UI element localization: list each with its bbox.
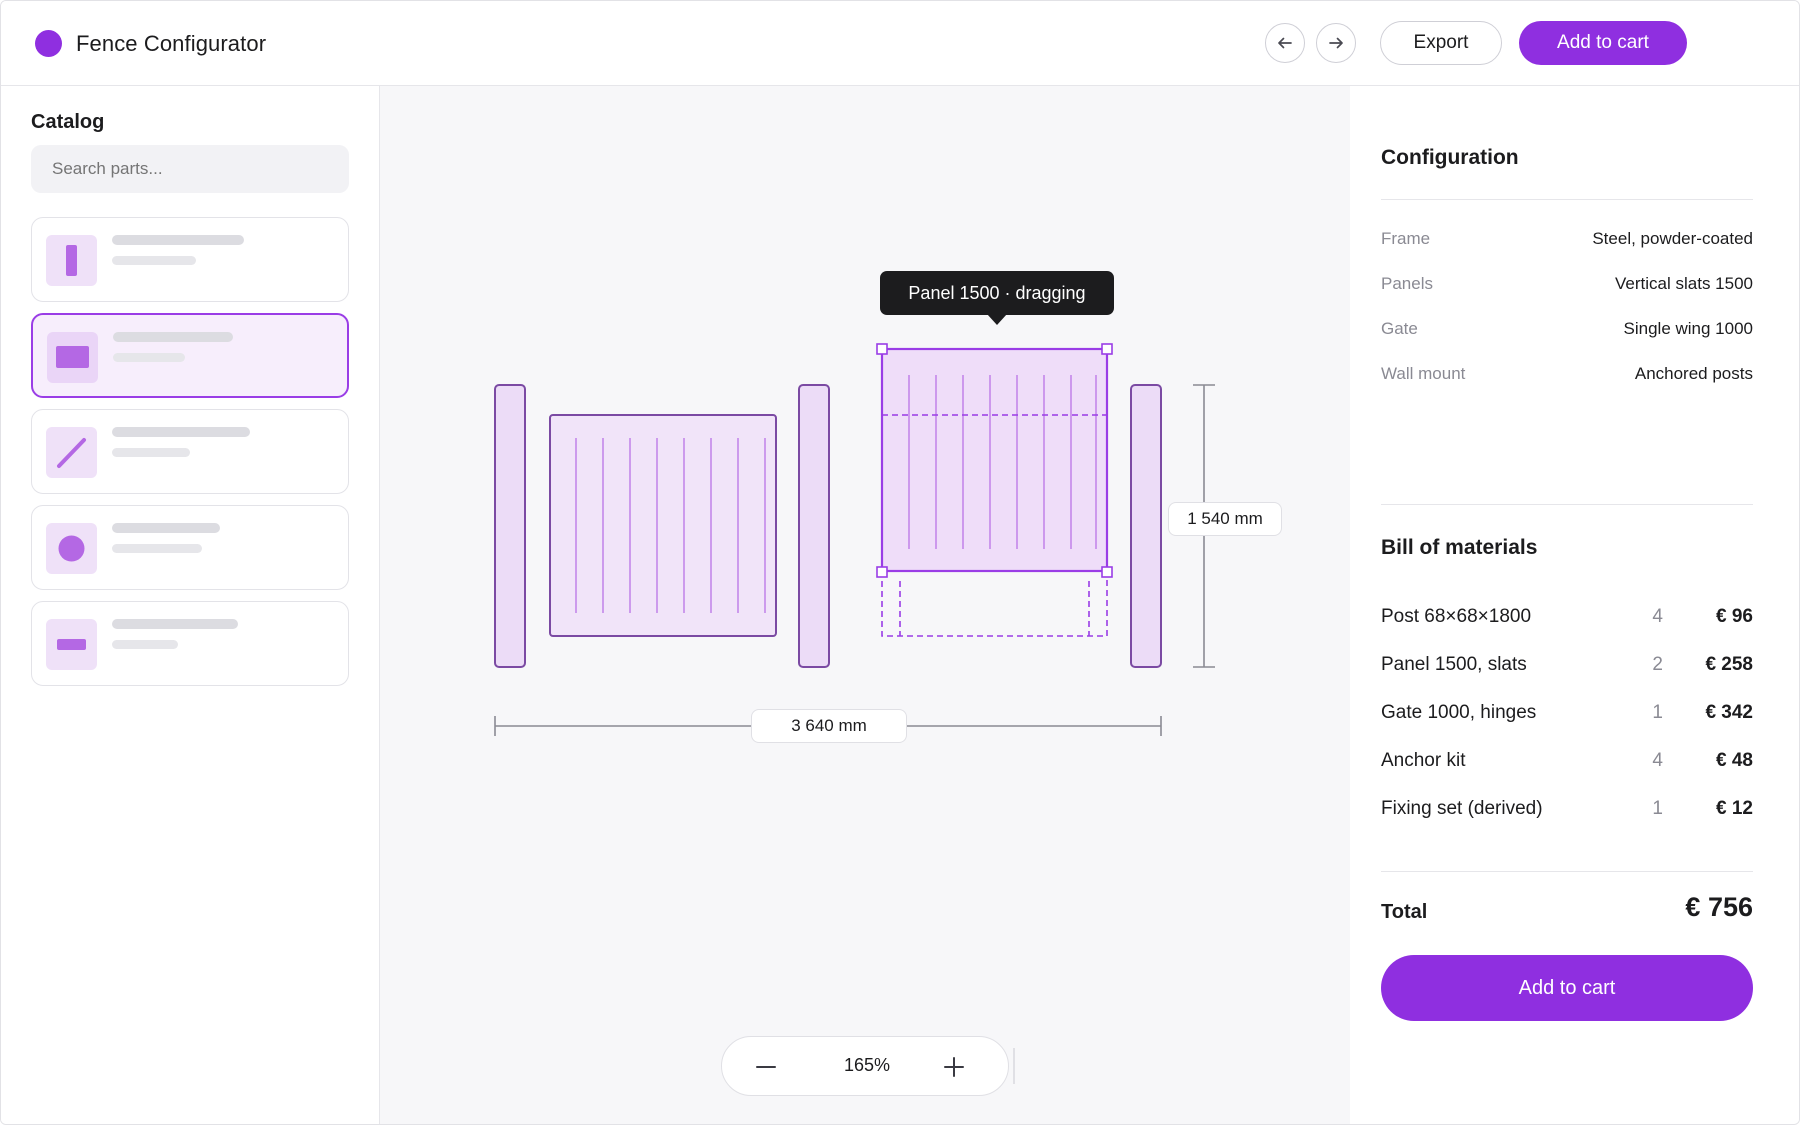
arrow-left-icon xyxy=(1278,37,1292,49)
fence-panel[interactable] xyxy=(549,414,777,637)
bom-item-name: Panel 1500, slats xyxy=(1381,654,1527,675)
config-value: Anchored posts xyxy=(1634,364,1753,383)
export-button[interactable]: Export xyxy=(1380,21,1502,65)
item-name-placeholder xyxy=(112,619,238,629)
config-row: Gate Single wing 1000 xyxy=(1381,319,1753,343)
bom-item-price: € 48 xyxy=(1716,750,1753,771)
round-cap-icon xyxy=(46,523,97,574)
app-title: Fence Configurator xyxy=(76,31,267,56)
bom-item-name: Gate 1000, hinges xyxy=(1381,702,1537,723)
config-value: Steel, powder-coated xyxy=(1592,229,1753,248)
divider xyxy=(1381,504,1753,505)
bom-row: Post 68×68×1800 4 € 96 xyxy=(1381,606,1753,632)
config-key: Frame xyxy=(1381,229,1431,248)
bom-item-qty: 2 xyxy=(1652,654,1663,675)
configuration-title: Configuration xyxy=(1381,146,1519,169)
zoom-divider xyxy=(1013,1048,1015,1084)
zoom-level: 165% xyxy=(843,1055,891,1075)
bom-item-price: € 258 xyxy=(1705,654,1753,675)
diagonal-brace-icon xyxy=(46,427,97,478)
total-value: € 756 xyxy=(1685,892,1753,922)
config-value: Single wing 1000 xyxy=(1623,319,1753,338)
divider xyxy=(1381,199,1753,200)
fence-drawing xyxy=(494,343,1215,736)
config-row: Panels Vertical slats 1500 xyxy=(1381,274,1753,298)
config-row: Frame Steel, powder-coated xyxy=(1381,229,1753,253)
catalog-item-panel[interactable] xyxy=(31,313,349,398)
bom-item-name: Fixing set (derived) xyxy=(1381,798,1543,819)
add-to-cart-header-button[interactable]: Add to cart xyxy=(1519,21,1687,65)
item-meta-placeholder xyxy=(112,544,202,553)
config-key: Wall mount xyxy=(1381,364,1466,383)
bom-item-price: € 12 xyxy=(1716,798,1753,819)
bom-item-qty: 1 xyxy=(1652,702,1663,723)
config-row: Wall mount Anchored posts xyxy=(1381,364,1753,388)
zoom-control: 165% xyxy=(721,1036,1009,1096)
total-label: Total xyxy=(1381,901,1428,923)
logo-icon xyxy=(35,30,62,57)
width-dimension-label: 3 640 mm xyxy=(751,709,907,743)
bom-item-qty: 1 xyxy=(1652,798,1663,819)
item-name-placeholder xyxy=(112,523,220,533)
bill-of-materials-title: Bill of materials xyxy=(1381,536,1538,559)
bom-item-qty: 4 xyxy=(1652,606,1663,627)
item-meta-placeholder xyxy=(112,448,190,457)
catalog-item-brace[interactable] xyxy=(31,409,349,494)
catalog-item-bracket[interactable] xyxy=(31,601,349,686)
fence-post[interactable] xyxy=(798,384,830,668)
bom-item-name: Anchor kit xyxy=(1381,750,1466,771)
dragged-panel[interactable] xyxy=(880,347,1109,573)
bom-item-price: € 342 xyxy=(1705,702,1753,723)
drag-tooltip: Panel 1500 · dragging xyxy=(880,271,1114,315)
bom-row: Anchor kit 4 € 48 xyxy=(1381,750,1753,776)
item-name-placeholder xyxy=(112,427,250,437)
add-to-cart-button[interactable]: Add to cart xyxy=(1381,955,1753,1021)
post-icon xyxy=(46,235,97,286)
fence-post[interactable] xyxy=(1130,384,1162,668)
bracket-icon xyxy=(46,619,97,670)
bom-row: Gate 1000, hinges 1 € 342 xyxy=(1381,702,1753,728)
minus-icon xyxy=(756,1066,776,1068)
summary-panel: Configuration Frame Steel, powder-coated… xyxy=(1350,86,1799,1124)
catalog-item-cap[interactable] xyxy=(31,505,349,590)
catalog-sidebar: Catalog xyxy=(1,86,380,1124)
plus-icon xyxy=(944,1057,964,1077)
config-key: Panels xyxy=(1381,274,1433,293)
arrow-right-icon xyxy=(1329,37,1343,49)
zoom-out-button[interactable] xyxy=(744,1047,788,1087)
item-name-placeholder xyxy=(113,332,233,342)
item-name-placeholder xyxy=(112,235,244,245)
redo-button[interactable] xyxy=(1316,23,1356,63)
divider xyxy=(1381,871,1753,872)
item-meta-placeholder xyxy=(113,353,185,362)
panel-icon xyxy=(47,332,98,383)
catalog-item-post[interactable] xyxy=(31,217,349,302)
config-key: Gate xyxy=(1381,319,1418,338)
height-dimension-label: 1 540 mm xyxy=(1168,502,1282,536)
catalog-title: Catalog xyxy=(31,111,105,133)
item-meta-placeholder xyxy=(112,256,196,265)
search-parts-input[interactable] xyxy=(31,145,349,193)
fence-post[interactable] xyxy=(494,384,526,668)
item-meta-placeholder xyxy=(112,640,178,649)
design-canvas[interactable]: Panel 1500 · dragging 1 540 mm 3 640 mm … xyxy=(380,86,1350,1124)
bom-row: Panel 1500, slats 2 € 258 xyxy=(1381,654,1753,680)
undo-button[interactable] xyxy=(1265,23,1305,63)
bom-item-price: € 96 xyxy=(1716,606,1753,627)
bom-item-qty: 4 xyxy=(1652,750,1663,771)
app-window: Fence Configurator Export Add to cart Ca… xyxy=(0,0,1800,1125)
config-value: Vertical slats 1500 xyxy=(1615,274,1753,293)
bom-item-name: Post 68×68×1800 xyxy=(1381,606,1532,627)
top-bar: Fence Configurator Export Add to cart xyxy=(1,1,1799,86)
bom-row: Fixing set (derived) 1 € 12 xyxy=(1381,798,1753,824)
tooltip-pointer xyxy=(987,314,1007,325)
zoom-in-button[interactable] xyxy=(932,1047,976,1087)
